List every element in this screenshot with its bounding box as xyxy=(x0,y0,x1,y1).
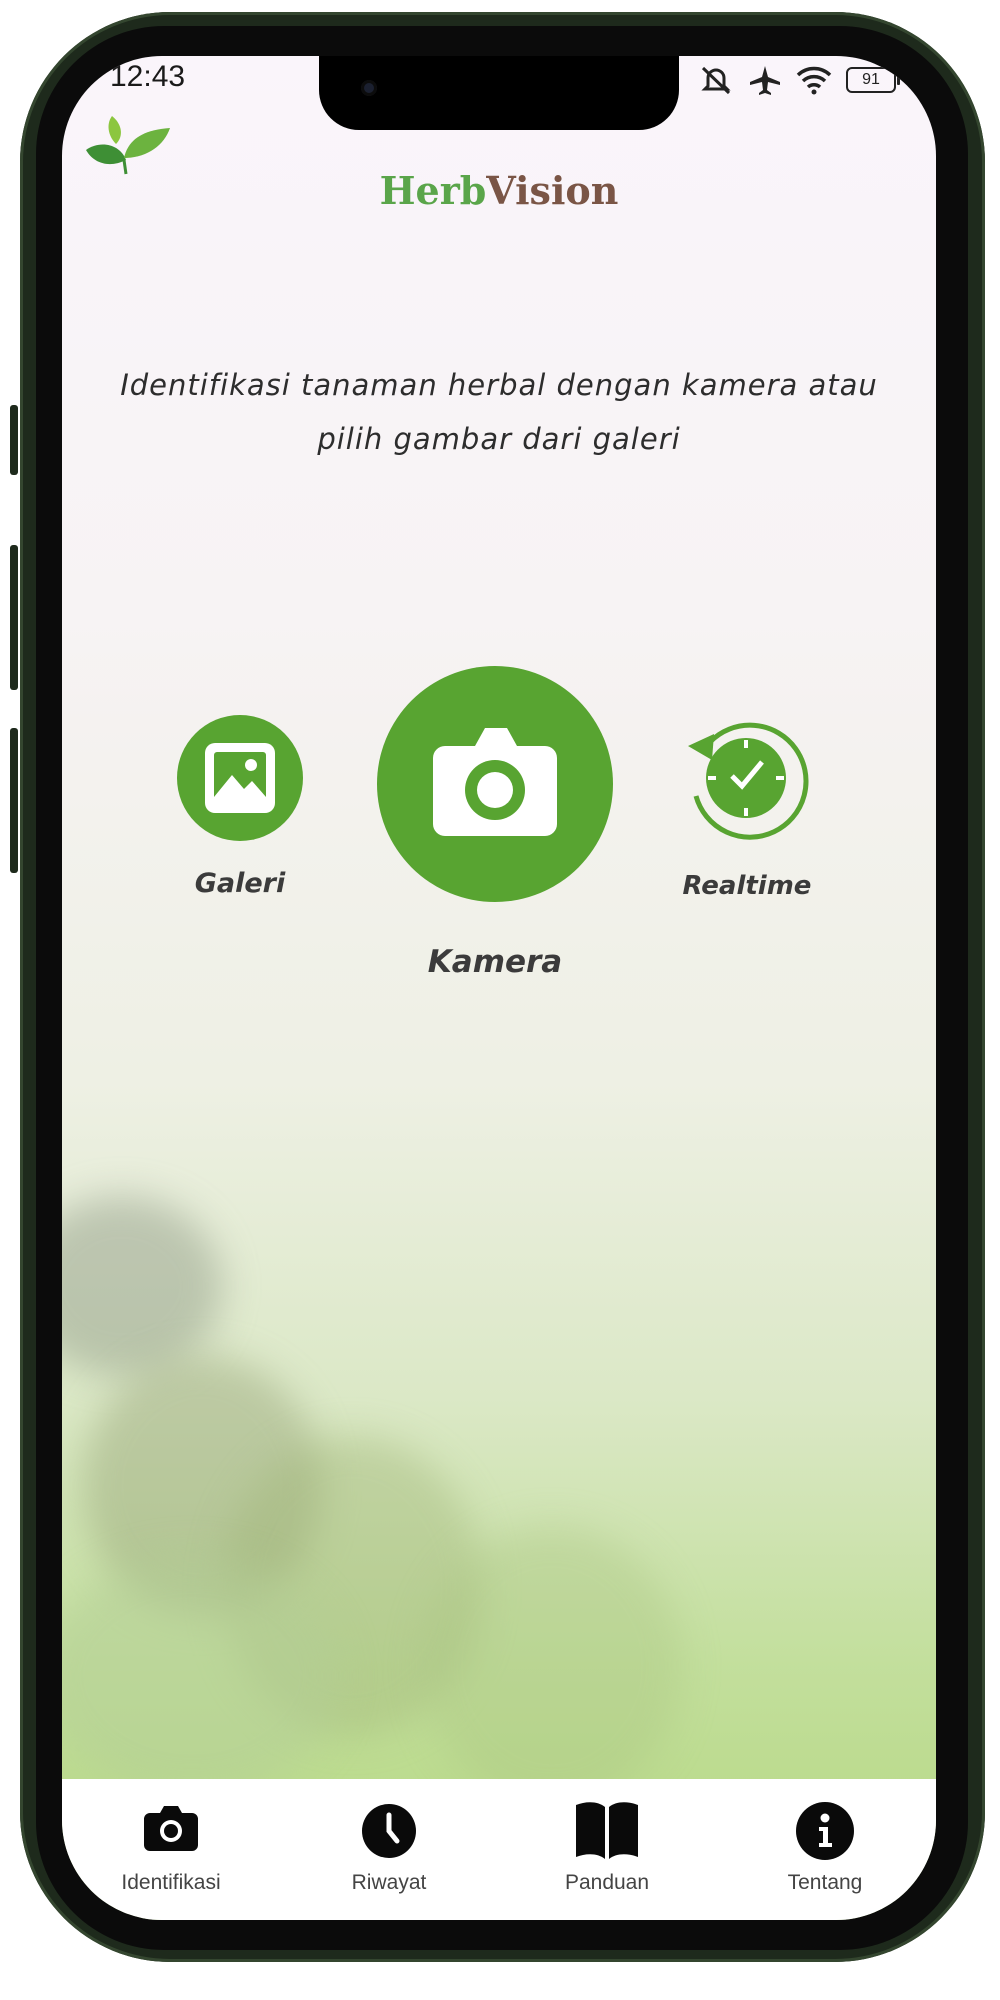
nav-label-identifikasi: Identifikasi xyxy=(121,1871,221,1894)
gallery-button[interactable] xyxy=(177,715,303,841)
front-camera xyxy=(361,80,377,96)
realtime-label: Realtime xyxy=(682,871,812,901)
app-title: HerbVision xyxy=(62,168,936,213)
nav-label-panduan: Panduan xyxy=(564,1871,650,1894)
camera-notch xyxy=(319,56,679,130)
mute-icon xyxy=(701,66,731,95)
volume-up-button xyxy=(10,545,18,690)
power-button xyxy=(967,600,975,830)
camera-label: Kamera xyxy=(427,944,563,980)
info-icon xyxy=(796,1802,854,1860)
image-icon xyxy=(205,743,275,813)
airplane-icon xyxy=(750,66,780,95)
realtime-clock-icon xyxy=(688,722,809,840)
instruction-text: Identifikasi tanaman herbal dengan kamer… xyxy=(120,368,878,456)
nav-label-riwayat: Riwayat xyxy=(351,1871,427,1894)
side-button xyxy=(10,405,18,475)
camera-icon xyxy=(144,1806,198,1851)
app-title-herb: Herb xyxy=(379,168,487,213)
wifi-icon xyxy=(796,66,832,95)
bottom-navigation: Identifikasi Riwayat Panduan Tentang xyxy=(62,1779,936,1920)
nav-item-riwayat[interactable]: Riwayat xyxy=(280,1779,498,1920)
app-screen: 12:43 91 HerbVision Identifikasi tanaman… xyxy=(62,56,936,1920)
nav-item-tentang[interactable]: Tentang xyxy=(716,1779,934,1920)
gallery-label: Galeri xyxy=(194,868,286,899)
camera-icon xyxy=(433,728,557,836)
nav-item-panduan[interactable]: Panduan xyxy=(498,1779,716,1920)
app-title-vision: Vision xyxy=(486,168,619,213)
clock-icon xyxy=(362,1804,416,1858)
background-plant-blur xyxy=(62,1196,222,1376)
nav-label-tentang: Tentang xyxy=(787,1871,863,1894)
battery-indicator: 91 xyxy=(846,67,900,93)
book-icon xyxy=(576,1802,638,1859)
nav-item-identifikasi[interactable]: Identifikasi xyxy=(62,1779,280,1920)
background-plant-blur xyxy=(62,1556,342,1796)
realtime-button[interactable] xyxy=(680,712,812,844)
status-icons: 91 xyxy=(698,62,900,98)
volume-down-button xyxy=(10,728,18,873)
status-time: 12:43 xyxy=(110,60,186,93)
background-plant-blur xyxy=(422,1526,682,1806)
camera-button[interactable] xyxy=(377,666,613,902)
